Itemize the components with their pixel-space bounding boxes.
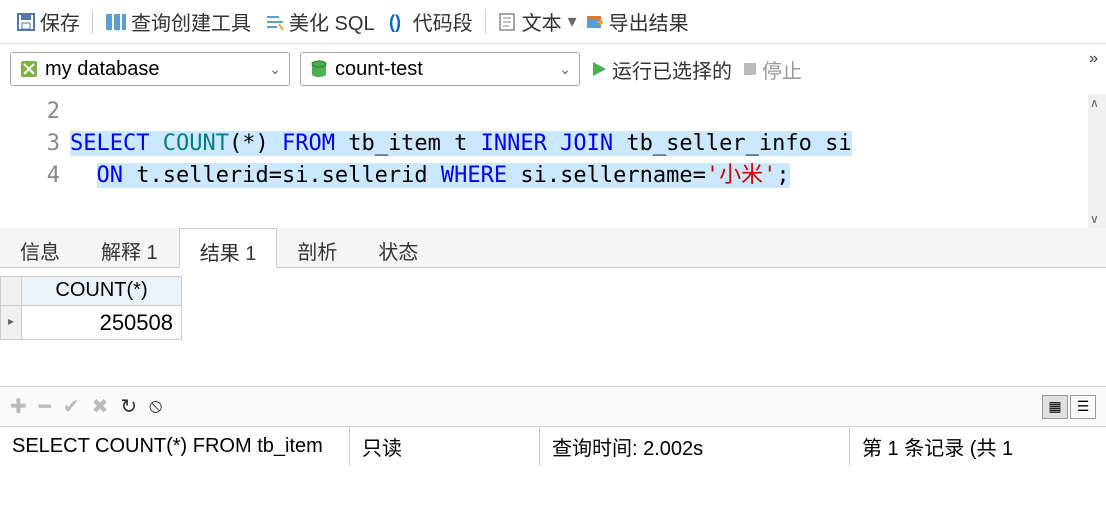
connection-icon (19, 59, 39, 79)
status-query-time: 查询时间: 2.002s (540, 427, 850, 466)
text-icon (498, 12, 518, 32)
export-results-label: 导出结果 (609, 7, 689, 36)
vertical-scrollbar[interactable]: ∧ ∨ (1088, 94, 1106, 228)
sql-text: tb_seller_info si (626, 131, 851, 156)
connection-label: my database (45, 58, 160, 81)
scroll-down-icon[interactable]: ∨ (1090, 212, 1099, 226)
status-record: 第 1 条记录 (共 1 (850, 427, 1106, 466)
grid-corner (0, 276, 22, 306)
line-number: 3 (0, 128, 60, 160)
text-dropdown-arrow[interactable]: ▾ (568, 11, 577, 32)
connection-toolbar: my database ⌄ count-test ⌄ 运行已选择的 停止 » (0, 44, 1106, 94)
separator (92, 10, 93, 34)
sql-keyword: WHERE (441, 163, 507, 188)
save-button[interactable]: 保存 (10, 5, 86, 38)
add-row-button[interactable]: ✚ (10, 394, 27, 419)
export-icon (585, 12, 605, 32)
beautify-sql-label: 美化 SQL (289, 7, 375, 36)
database-icon (309, 59, 329, 79)
tab-profile[interactable]: 剖析 (277, 228, 358, 267)
tab-explain[interactable]: 解释 1 (81, 228, 179, 267)
svg-text:(): () (389, 12, 401, 32)
stop-label: 停止 (762, 55, 802, 84)
sql-text: tb_item t (348, 131, 467, 156)
delete-row-button[interactable]: ━ (39, 394, 51, 419)
run-button[interactable]: 运行已选择的 (590, 55, 732, 84)
save-icon (16, 12, 36, 32)
status-bar: SELECT COUNT(*) FROM tb_item 只读 查询时间: 2.… (0, 426, 1106, 466)
tab-result[interactable]: 结果 1 (179, 228, 278, 268)
code-snippet-label: 代码段 (413, 7, 473, 36)
row-indicator: ▸ (0, 306, 22, 340)
view-mode-toggle: ▦ ☰ (1042, 395, 1096, 419)
query-builder-icon (105, 12, 127, 32)
stop-fetch-button[interactable]: ⦸ (149, 395, 162, 418)
run-label: 运行已选择的 (612, 55, 732, 84)
main-toolbar: 保存 查询创建工具 美化 SQL () 代码段 文本 ▾ 导出结果 (0, 0, 1106, 44)
chevron-down-icon: ⌄ (269, 61, 281, 78)
play-icon (590, 60, 608, 78)
sql-text: si.sellername= (520, 163, 705, 188)
cancel-button[interactable]: ✖ (92, 394, 109, 419)
stop-icon (742, 61, 758, 77)
chevron-down-icon: ⌄ (559, 61, 571, 78)
database-selector[interactable]: count-test ⌄ (300, 52, 580, 86)
cell-value[interactable]: 250508 (22, 306, 182, 340)
text-button[interactable]: 文本 (492, 5, 568, 38)
export-results-button[interactable]: 导出结果 (579, 5, 695, 38)
query-builder-label: 查询创建工具 (131, 7, 251, 36)
sql-keyword: INNER (481, 131, 547, 156)
text-label: 文本 (522, 7, 562, 36)
query-builder-button[interactable]: 查询创建工具 (99, 5, 257, 38)
separator (485, 10, 486, 34)
apply-button[interactable]: ✔ (63, 394, 80, 419)
grid-toolbar: ✚ ━ ✔ ✖ ↻ ⦸ ▦ ☰ (0, 386, 1106, 426)
sql-editor[interactable]: 2 3 4 SELECT COUNT(*) FROM tb_item t INN… (0, 94, 1106, 228)
overflow-chevron[interactable]: » (1089, 50, 1098, 68)
sql-func: COUNT (163, 131, 229, 156)
status-sql: SELECT COUNT(*) FROM tb_item (0, 427, 350, 466)
save-label: 保存 (40, 7, 80, 36)
sql-keyword: JOIN (560, 131, 613, 156)
sql-keyword: FROM (282, 131, 335, 156)
scroll-up-icon[interactable]: ∧ (1090, 96, 1099, 110)
sql-text: t.sellerid=si.sellerid (136, 163, 427, 188)
tab-status[interactable]: 状态 (358, 228, 439, 267)
beautify-sql-button[interactable]: 美化 SQL (259, 5, 381, 38)
form-view-button[interactable]: ☰ (1070, 395, 1096, 419)
sql-string: '小米' (706, 163, 777, 188)
sql-text: ; (776, 163, 789, 188)
line-number: 4 (0, 160, 60, 192)
tab-info[interactable]: 信息 (0, 228, 81, 267)
stop-button: 停止 (742, 55, 802, 84)
status-readonly: 只读 (350, 427, 540, 466)
sql-text: (*) (229, 131, 269, 156)
connection-selector[interactable]: my database ⌄ (10, 52, 290, 86)
snippet-icon: () (389, 12, 409, 32)
result-tabs: 信息 解释 1 结果 1 剖析 状态 (0, 228, 1106, 268)
refresh-button[interactable]: ↻ (120, 394, 137, 419)
code-snippet-button[interactable]: () 代码段 (383, 5, 479, 38)
line-gutter: 2 3 4 (0, 94, 70, 228)
sql-keyword: ON (97, 163, 124, 188)
table-row[interactable]: ▸ 250508 (0, 306, 1106, 340)
beautify-icon (265, 12, 285, 32)
result-grid: COUNT(*) ▸ 250508 (0, 276, 1106, 386)
database-label: count-test (335, 58, 423, 81)
column-header[interactable]: COUNT(*) (22, 276, 182, 306)
grid-view-button[interactable]: ▦ (1042, 395, 1068, 419)
line-number: 2 (0, 96, 60, 128)
code-area[interactable]: SELECT COUNT(*) FROM tb_item t INNER JOI… (70, 94, 1088, 228)
sql-keyword: SELECT (70, 131, 149, 156)
